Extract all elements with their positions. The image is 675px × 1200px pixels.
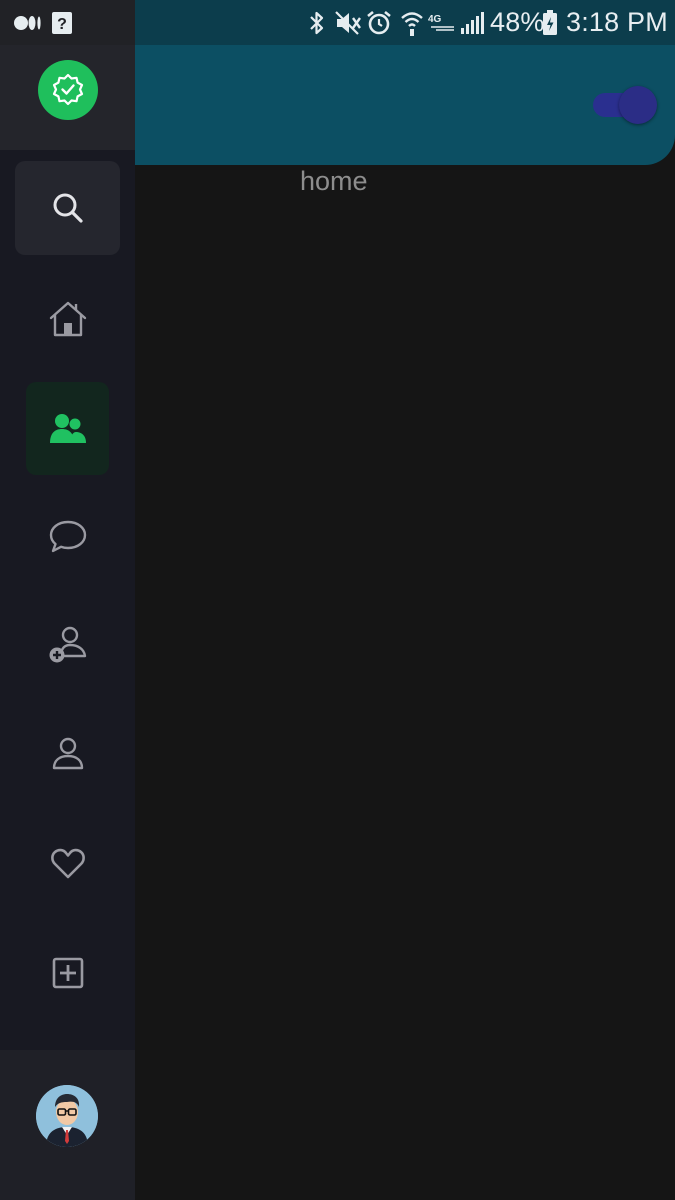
bluetooth-icon (308, 0, 326, 45)
sidebar-item-create[interactable] (26, 926, 109, 1019)
toggle-thumb[interactable] (619, 86, 657, 124)
verified-badge-icon[interactable] (38, 60, 98, 120)
home-icon (49, 301, 86, 336)
signal-icon (460, 0, 484, 45)
battery-charging-icon (542, 0, 558, 45)
sidebar-item-messages[interactable] (26, 490, 109, 583)
mute-icon (334, 0, 362, 45)
sidebar-item-home[interactable] (26, 272, 109, 365)
user-icon (52, 737, 83, 769)
sidebar-item-profile[interactable] (26, 707, 109, 800)
sidebar-footer (0, 1050, 135, 1200)
theme-toggle[interactable] (593, 86, 657, 124)
heart-icon (50, 848, 85, 878)
wifi-calling-icon (400, 0, 424, 45)
sidebar (0, 45, 135, 1200)
chat-bubble-icon (49, 520, 86, 552)
sidebar-item-add-friend[interactable] (26, 598, 109, 691)
sidebar-item-favorites[interactable] (26, 817, 109, 910)
app-screen: ? 4G 48% 3:18 PM home (0, 0, 675, 1200)
sidebar-header (0, 45, 135, 150)
sidebar-item-search[interactable] (15, 161, 120, 255)
svg-text:?: ? (57, 16, 67, 33)
add-user-icon (49, 626, 86, 662)
status-bar: ? 4G 48% 3:18 PM (0, 0, 675, 45)
medium-icon (14, 0, 42, 45)
svg-text:4G: 4G (428, 14, 442, 25)
battery-percent: 48% (490, 7, 545, 37)
plus-square-icon (52, 957, 83, 988)
lte-icon: 4G (428, 0, 456, 45)
alarm-icon (366, 0, 392, 45)
sidebar-item-groups[interactable] (26, 382, 109, 475)
unknown-app-icon: ? (52, 0, 72, 45)
users-icon (49, 413, 86, 443)
page-title: home (300, 166, 368, 196)
header-bar (135, 45, 675, 165)
clock: 3:18 PM (566, 7, 668, 37)
search-icon (53, 193, 83, 223)
avatar[interactable] (36, 1085, 98, 1147)
